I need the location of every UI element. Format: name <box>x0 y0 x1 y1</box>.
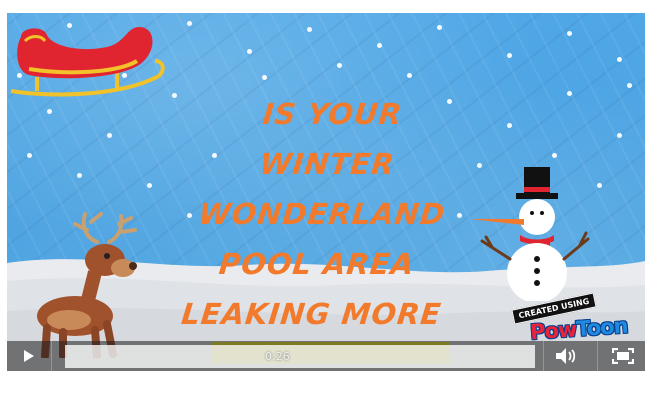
headline-line: IS YOUR <box>261 97 404 131</box>
divider <box>597 341 598 371</box>
current-time: 0:26 <box>265 350 290 363</box>
volume-button[interactable] <box>543 341 589 371</box>
fullscreen-icon <box>612 348 634 364</box>
video-headline: IS YOUR WINTER WONDERLAND POOL AREA LEAK… <box>154 89 490 339</box>
sleigh-illustration <box>10 27 165 97</box>
headline-line: POOL AREA <box>217 247 417 281</box>
snowman-illustration <box>470 167 590 301</box>
headline-line: WINTER <box>257 147 397 181</box>
video-player[interactable]: IS YOUR WINTER WONDERLAND POOL AREA LEAK… <box>7 13 645 371</box>
progress-bar[interactable]: 0:26 <box>65 345 535 368</box>
play-button[interactable] <box>7 341 51 371</box>
play-icon <box>24 350 34 362</box>
headline-line: WONDERLAND <box>197 197 447 231</box>
volume-icon <box>556 348 576 364</box>
player-controls: 0:26 <box>7 341 645 371</box>
divider <box>51 341 52 371</box>
reindeer-illustration <box>37 212 137 358</box>
logo-part: Toon <box>575 313 629 342</box>
fullscreen-button[interactable] <box>599 341 645 371</box>
headline-line: LEAKING MORE <box>179 297 444 331</box>
